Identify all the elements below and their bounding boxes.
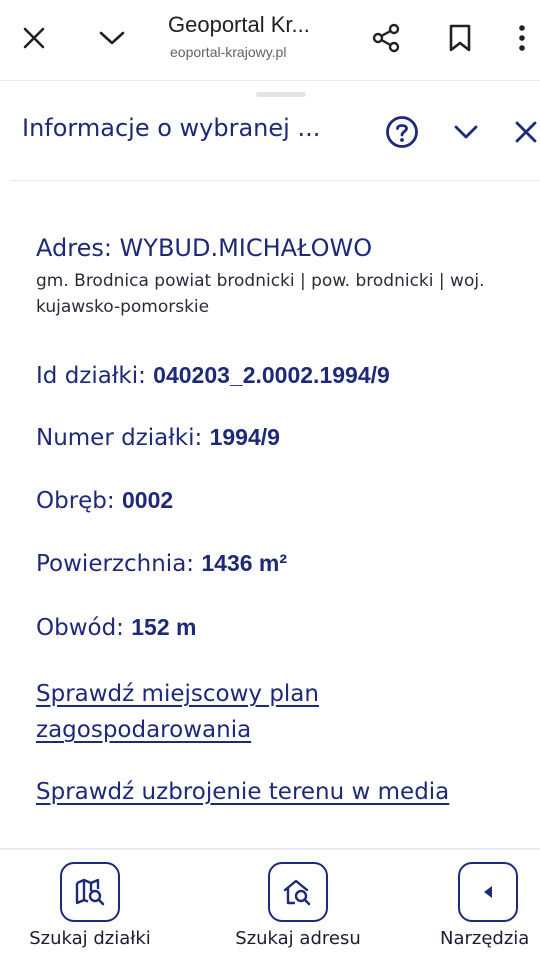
map-search-icon [60,862,120,922]
field-label: Numer działki: [36,425,203,451]
nav-label: Szukaj działki [29,928,151,949]
field-label: Powierzchnia: [36,551,195,577]
share-icon [372,23,400,53]
tools-button[interactable]: Narzędzia [440,862,540,949]
more-vertical-icon [519,25,525,51]
search-parcel-button[interactable]: Szukaj działki [22,862,158,949]
drag-handle[interactable] [256,92,306,97]
bookmark-icon [449,24,471,52]
nav-label: Narzędzia [440,928,530,949]
field-value: 1436 m² [201,550,288,576]
field-label: Obwód: [36,615,124,641]
precinct-row: Obręb: 0002 [36,487,173,514]
help-button[interactable] [382,112,422,152]
page-url: eoportal-krajowy.pl [170,44,287,60]
home-search-icon [268,862,328,922]
panel-title: Informacje o wybranej ... [22,114,321,142]
bookmark-button[interactable] [438,16,482,60]
browser-toolbar: Geoportal Kr... eoportal-krajowy.pl [0,0,540,81]
perimeter-row: Obwód: 152 m [36,614,196,641]
bottom-nav-divider [0,848,540,850]
share-button[interactable] [364,16,408,60]
close-panel-button[interactable] [506,112,540,152]
parcel-number-row: Numer działki: 1994/9 [36,424,280,451]
caret-left-icon [458,862,518,922]
address-heading: Adres: WYBUD.MICHAŁOWO [36,234,373,262]
close-icon [515,121,537,143]
field-value: 1994/9 [209,424,280,450]
field-value: 0002 [121,487,174,513]
chevron-down-icon [99,31,125,45]
collapse-panel-button[interactable] [446,112,486,152]
area-row: Powierzchnia: 1436 m² [36,550,287,577]
more-menu-button[interactable] [508,16,536,60]
field-value: 040203_2.0002.1994/9 [153,362,390,388]
help-icon [386,116,418,148]
utilities-link[interactable]: Sprawdź uzbrojenie terenu w media [36,774,449,810]
search-address-button[interactable]: Szukaj adresu [228,862,368,949]
expand-button[interactable] [90,16,134,60]
divider [10,180,540,181]
field-value: 152 m [131,614,197,640]
close-tab-button[interactable] [12,16,56,60]
page-title: Geoportal Kr... [168,12,310,37]
field-label: Id działki: [36,363,146,389]
close-icon [23,27,45,49]
chevron-down-icon [454,125,478,139]
address-detail: gm. Brodnica powiat brodnicki | pow. bro… [36,271,485,317]
nav-label: Szukaj adresu [235,928,361,949]
zoning-plan-link[interactable]: Sprawdź miejscowy plan zagospodarowania [36,676,496,748]
parcel-id-row: Id działki: 040203_2.0002.1994/9 [36,362,390,389]
field-label: Obręb: [36,488,115,514]
